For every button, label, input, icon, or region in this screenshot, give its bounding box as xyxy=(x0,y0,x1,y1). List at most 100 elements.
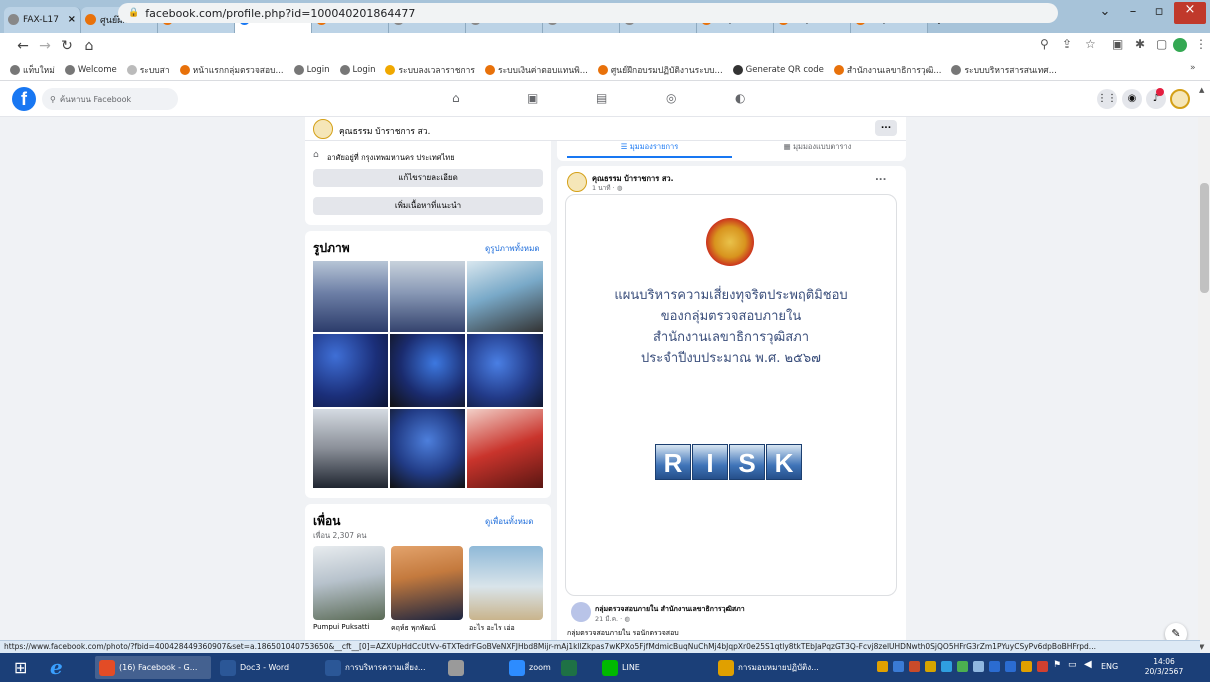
post-time[interactable]: 1 นาที · ◍ xyxy=(592,183,622,193)
bookmark-item[interactable]: ศูนย์ฝึกอบรมปฏิบัติงานระบบ... xyxy=(597,63,723,77)
display-icon[interactable]: ▭ xyxy=(1068,660,1077,670)
bookmark-item[interactable]: Welcome xyxy=(64,64,117,75)
profile-avatar[interactable] xyxy=(313,119,333,139)
back-arrow-icon[interactable]: ← xyxy=(12,38,34,54)
close-window-button[interactable]: × xyxy=(1174,2,1206,24)
gaming-nav-icon[interactable]: ◐ xyxy=(735,91,745,105)
tray-app-icon[interactable] xyxy=(893,661,904,672)
apps-menu-icon[interactable]: ⋮⋮ xyxy=(1097,89,1117,109)
marketplace-nav-icon[interactable]: ▤ xyxy=(596,91,607,105)
tab-search-icon[interactable]: ⌄ xyxy=(1095,4,1115,24)
taskbar-app-button[interactable]: การบริหารความเสี่ยง... xyxy=(321,656,439,679)
post-more-button[interactable]: ... xyxy=(875,172,886,183)
photo-thumbnail[interactable] xyxy=(313,334,388,407)
forward-arrow-icon[interactable]: → xyxy=(34,38,56,54)
friend-photo[interactable] xyxy=(313,546,385,620)
minimize-button[interactable]: – xyxy=(1122,4,1144,24)
scrollbar-thumb[interactable] xyxy=(1200,183,1209,293)
taskbar-app-button[interactable]: (16) Facebook - G... xyxy=(95,656,211,679)
bookmarks-overflow[interactable]: » xyxy=(1190,63,1196,73)
add-featured-button[interactable]: เพิ่มเนื้อหาที่แนะนำ xyxy=(313,197,543,215)
bookmark-item[interactable]: Login xyxy=(339,64,375,75)
facebook-logo-icon[interactable]: f xyxy=(12,87,36,111)
bookmark-item[interactable]: ระบบบริหารสารสนเทศ... xyxy=(951,63,1057,77)
friend-name[interactable]: อะไร อะไร เอ่อ xyxy=(469,623,515,634)
close-tab-icon[interactable]: × xyxy=(66,14,76,25)
restore-button[interactable]: ▫ xyxy=(1148,4,1170,24)
taskbar-app-button[interactable] xyxy=(444,656,500,679)
tray-app-icon[interactable] xyxy=(925,661,936,672)
bookmark-item[interactable]: Login xyxy=(293,64,330,75)
profile-name[interactable]: คุณธรรม บ้าราชการ สว. xyxy=(339,124,430,138)
bookmark-item[interactable]: สำนักงานเลขาธิการวุฒิ... xyxy=(833,63,941,77)
photo-thumbnail[interactable] xyxy=(313,409,388,488)
facebook-search-input[interactable]: ⚲ ค้นหาบน Facebook xyxy=(42,88,178,110)
messenger-icon[interactable]: ◉ xyxy=(1122,89,1142,109)
bookmark-item[interactable]: ระบบสา xyxy=(126,63,170,77)
groups-nav-icon[interactable]: ◎ xyxy=(666,91,676,105)
account-avatar[interactable] xyxy=(1170,89,1190,109)
sidepanel-icon[interactable]: ▢ xyxy=(1156,37,1167,51)
see-all-friends-link[interactable]: ดูเพื่อนทั้งหมด xyxy=(485,515,533,528)
taskbar-app-button[interactable]: การมอบหมายปฏิบัติง... xyxy=(714,656,832,679)
taskbar-app-button[interactable]: Doc3 - Word xyxy=(216,656,316,679)
photo-thumbnail[interactable] xyxy=(390,261,465,332)
shared-author-avatar[interactable] xyxy=(571,602,591,622)
bookmark-item[interactable]: ระบบลงเวลาราชการ xyxy=(385,63,475,77)
grid-view-tab[interactable]: ▦ มุมมองแบบตาราง xyxy=(735,141,900,158)
video-nav-icon[interactable]: ▣ xyxy=(527,91,538,105)
network-flag-icon[interactable]: ⚑ xyxy=(1053,660,1061,670)
photo-thumbnail[interactable] xyxy=(467,261,543,332)
photo-thumbnail[interactable] xyxy=(467,409,543,488)
puzzle-icon[interactable]: ✱ xyxy=(1135,37,1145,51)
zoom-icon[interactable]: ⚲ xyxy=(1040,37,1049,51)
post-author-avatar[interactable] xyxy=(567,172,587,192)
bookmark-item[interactable]: แท็บใหม่ xyxy=(10,63,55,77)
photo-thumbnail[interactable] xyxy=(313,261,388,332)
menu-kebab-icon[interactable]: ⋮ xyxy=(1195,37,1207,51)
photo-thumbnail[interactable] xyxy=(390,409,465,488)
clock-time[interactable]: 14:06 xyxy=(1144,657,1184,666)
see-all-photos-link[interactable]: ดูรูปภาพทั้งหมด xyxy=(485,242,540,255)
tray-app-icon[interactable] xyxy=(909,661,920,672)
photo-thumbnail[interactable] xyxy=(390,334,465,407)
friend-name[interactable]: Pumpui Puksatti xyxy=(313,623,369,631)
profile-more-button[interactable]: ... xyxy=(875,120,897,136)
reload-icon[interactable]: ↻ xyxy=(56,38,78,54)
address-bar[interactable]: 🔒 facebook.com/profile.php?id=1000402018… xyxy=(118,3,1058,23)
friend-photo[interactable] xyxy=(469,546,543,620)
friend-photo[interactable] xyxy=(391,546,463,620)
home-nav-icon[interactable]: ⌂ xyxy=(452,91,460,105)
tray-app-icon[interactable] xyxy=(973,661,984,672)
tray-app-icon[interactable] xyxy=(1021,661,1032,672)
browser-tab[interactable]: FAX-L17 × xyxy=(4,6,81,33)
home-icon[interactable]: ⌂ xyxy=(78,38,100,54)
clock-date[interactable]: 20/3/2567 xyxy=(1142,667,1186,676)
taskbar-app-button[interactable]: LINE xyxy=(598,656,708,679)
shared-time[interactable]: 21 มี.ค. · ◍ xyxy=(595,614,630,624)
windows-start-icon[interactable]: ⊞ xyxy=(14,660,27,676)
profile-avatar-icon[interactable] xyxy=(1173,38,1187,52)
friend-name[interactable]: คฤห์ธ พุกพัฒน์ xyxy=(391,623,436,634)
edit-details-button[interactable]: แก้ไขรายละเอียด xyxy=(313,169,543,187)
share-icon[interactable]: ⇪ xyxy=(1062,37,1072,51)
tray-app-icon[interactable] xyxy=(989,661,1000,672)
list-view-tab[interactable]: ☰ มุมมองรายการ xyxy=(567,141,732,158)
scroll-up-arrow-icon[interactable]: ▲ xyxy=(1199,86,1204,94)
bookmark-item[interactable]: ระบบเงินค่าตอบแทนพิ... xyxy=(485,63,588,77)
taskbar-app-button[interactable]: zoom xyxy=(505,656,553,679)
tray-app-icon[interactable] xyxy=(941,661,952,672)
volume-icon[interactable]: ◀ xyxy=(1084,659,1092,670)
internet-explorer-icon[interactable]: e xyxy=(50,656,63,678)
post-document-image[interactable]: แผนบริหารความเสี่ยงทุจริตประพฤติมิชอบ ขอ… xyxy=(565,194,897,596)
language-indicator[interactable]: ENG xyxy=(1101,662,1118,671)
tray-app-icon[interactable] xyxy=(957,661,968,672)
tray-app-icon[interactable] xyxy=(877,661,888,672)
photo-thumbnail[interactable] xyxy=(467,334,543,407)
bookmark-item[interactable]: หน้าแรกกลุ่มตรวจสอบ... xyxy=(179,63,284,77)
bookmark-item[interactable]: Generate QR code xyxy=(732,64,824,75)
taskbar-app-button[interactable] xyxy=(557,656,593,679)
bookmark-star-icon[interactable]: ☆ xyxy=(1085,37,1096,51)
tray-app-icon[interactable] xyxy=(1005,661,1016,672)
extension-icon[interactable]: ▣ xyxy=(1112,37,1123,51)
